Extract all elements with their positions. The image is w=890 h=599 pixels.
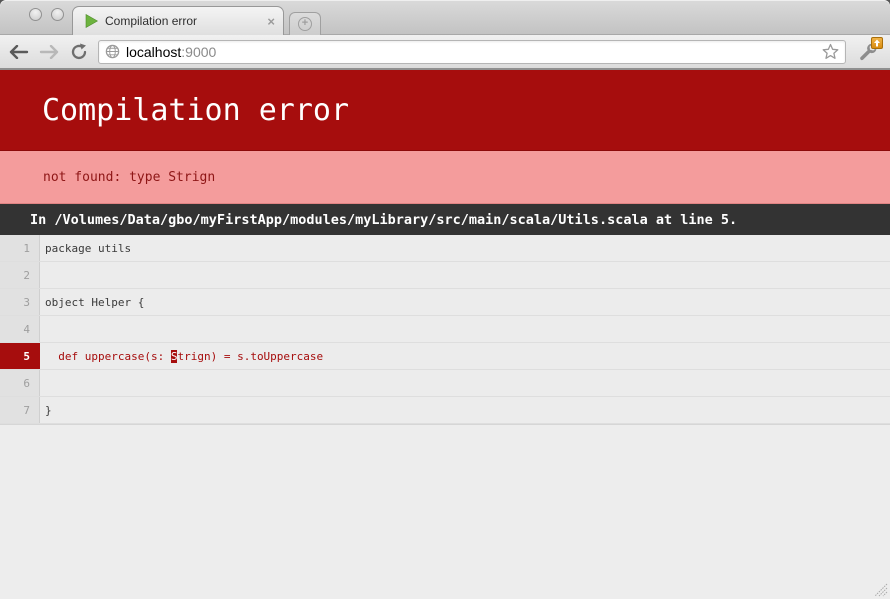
resize-grip[interactable] <box>874 583 888 597</box>
reload-button[interactable] <box>68 41 90 63</box>
code-lines: 1package utils23object Helper {45 def up… <box>0 235 890 425</box>
line-number: 3 <box>0 289 40 315</box>
line-number: 2 <box>0 262 40 288</box>
globe-icon <box>105 44 120 59</box>
tab-compilation-error[interactable]: Compilation error × <box>72 6 284 35</box>
menu-button[interactable] <box>854 39 882 65</box>
address-bar[interactable]: localhost:9000 <box>98 40 846 64</box>
code-text <box>40 370 45 396</box>
page-title: Compilation error <box>42 93 349 128</box>
line-number: 6 <box>0 370 40 396</box>
error-location: In /Volumes/Data/gbo/myFirstApp/modules/… <box>0 204 890 235</box>
forward-arrow-icon <box>39 45 59 59</box>
code-line-row: 4 <box>0 316 890 343</box>
code-line-row: 7} <box>0 397 890 424</box>
tab-title: Compilation error <box>105 14 260 28</box>
tab-close-icon[interactable]: × <box>267 15 275 28</box>
close-window-button[interactable] <box>29 8 42 21</box>
code-text: package utils <box>40 235 131 261</box>
play-framework-icon <box>85 14 98 28</box>
code-line-row: 3object Helper { <box>0 289 890 316</box>
update-badge <box>871 37 883 49</box>
url-host: localhost <box>126 44 181 60</box>
code-line-row: 6 <box>0 370 890 397</box>
plus-icon: + <box>298 17 312 31</box>
code-line-row: 5 def uppercase(s: Strign) = s.toUpperca… <box>0 343 890 370</box>
new-tab-button[interactable]: + <box>289 12 321 35</box>
code-text <box>40 262 45 288</box>
page-content: Compilation error not found: type Strign… <box>0 70 890 599</box>
browser-window: Compilation error × + <box>0 0 890 599</box>
code-text: object Helper { <box>40 289 144 315</box>
error-header: Compilation error <box>0 70 890 151</box>
back-button[interactable] <box>8 41 30 63</box>
line-number: 5 <box>0 343 40 369</box>
titlebar: Compilation error × + <box>0 0 890 35</box>
update-arrow-icon <box>873 39 881 47</box>
minimize-window-button[interactable] <box>51 8 64 21</box>
code-line-row: 2 <box>0 262 890 289</box>
code-line-row: 1package utils <box>0 235 890 262</box>
toolbar: localhost:9000 <box>0 35 890 70</box>
code-text: } <box>40 397 52 423</box>
code-text: def uppercase(s: Strign) = s.toUppercase <box>40 343 323 369</box>
url-port: :9000 <box>181 44 216 60</box>
back-arrow-icon <box>9 45 29 59</box>
line-number: 1 <box>0 235 40 261</box>
line-number: 7 <box>0 397 40 423</box>
line-number: 4 <box>0 316 40 342</box>
forward-button[interactable] <box>38 41 60 63</box>
error-message: not found: type Strign <box>0 151 890 204</box>
reload-icon <box>70 43 88 61</box>
bookmark-star-icon[interactable] <box>822 43 839 60</box>
code-text <box>40 316 45 342</box>
url-text: localhost:9000 <box>126 44 816 60</box>
